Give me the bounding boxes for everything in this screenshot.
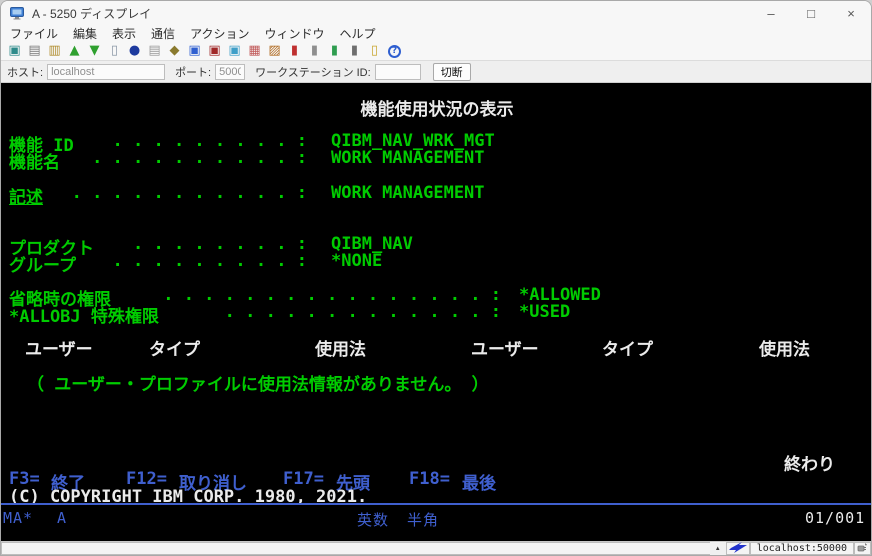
menu-item-0[interactable]: ファイル [10,25,58,42]
group-line-seg-1: . . . . . . . . . : [113,251,307,271]
menu-item-5[interactable]: ウィンドウ [264,25,324,42]
function-name-line-seg-0: 機能名 [9,148,60,173]
no-usage-message-seg-0: （ ユーザー・プロファイルに使用法情報がありません。 ） [27,370,489,395]
function-keys-line-seg-4: F17= [283,469,324,489]
function-keys-line-seg-0: F3= [9,469,40,489]
port-label: ポート: [175,64,211,80]
description-line-seg-0: 記述 [9,183,43,208]
session-plug-panel[interactable] [854,542,871,555]
screen-title: 機能使用状況の表示 [1,95,872,113]
oia-status-line-seg-0: MA* [3,509,33,527]
disconnect-button[interactable]: 切断 [433,63,471,81]
description-line-seg-2: WORK MANAGEMENT [331,183,485,203]
connection-red-icon[interactable]: ▮ [286,43,303,59]
paste-screen-icon[interactable]: ▣ [6,43,23,59]
default-authority-line: 省略時の権限. . . . . . . . . . . . . . . . :*… [1,285,872,303]
host-label: ホスト: [7,64,43,80]
usage-column-headers-seg-3: ユーザー [471,335,539,360]
function-id-line: 機能 ID. . . . . . . . . :QIBM_NAV_WRK_MGT [1,131,872,149]
record-macro-icon[interactable]: ▣ [206,43,223,59]
minimize-button[interactable]: – [751,1,791,25]
wallet-icon[interactable]: ◆ [166,43,183,59]
display-settings-icon[interactable]: ▣ [186,43,203,59]
end-indicator: 終わり [1,450,872,468]
oia-status-line-seg-1: A [57,509,67,527]
session-address: localhost:50000 [753,543,851,554]
usage-column-headers: ユーザータイプ使用法ユーザータイプ使用法 [1,335,872,353]
product-line: プロダクト. . . . . . . . :QIBM_NAV [1,234,872,252]
send-file-icon[interactable]: ▲ [66,43,83,59]
function-keys-line: F3=終了F12=取り消しF17=先頭F18=最後 [1,469,872,487]
window-title: A - 5250 ディスプレイ [32,5,151,22]
menu-item-6[interactable]: ヘルプ [339,25,375,42]
quick-pad-icon[interactable]: ▯ [366,43,383,59]
app-window: A - 5250 ディスプレイ – □ × ファイル編集表示通信アクションウィン… [0,0,872,556]
description-line-seg-1: . . . . . . . . . . . : [72,183,307,203]
app-monitor-icon [10,7,24,20]
oia-status-line-seg-2: 英数 [357,509,389,530]
connection-green-icon[interactable]: ▮ [326,43,343,59]
function-name-line-seg-1: . . . . . . . . . . : [92,148,307,168]
oia-separator [1,503,872,505]
allobj-special-authority-line-seg-0: *ALLOBJ 特殊権限 [9,302,159,327]
menu-item-1[interactable]: 編集 [73,25,97,42]
connection-gray-icon[interactable]: ▮ [306,43,323,59]
oia-status-line: MA* A 英数半角 01/001 [1,509,872,527]
group-line-seg-2: *NONE [331,251,382,271]
function-name-line-seg-2: WORK MANAGEMENT [331,148,485,168]
usage-column-headers-seg-2: 使用法 [315,335,366,360]
menu-bar: ファイル編集表示通信アクションウィンドウヘルプ [1,25,871,42]
menu-item-4[interactable]: アクション [190,25,249,42]
color-map-icon[interactable]: ▦ [246,43,263,59]
window-controls: – □ × [751,1,871,25]
port-input[interactable] [215,64,245,80]
copy-icon[interactable]: ▤ [26,43,43,59]
statusbar-expander[interactable]: ▲ [710,542,726,555]
edit-tools-icon[interactable]: ▨ [266,43,283,59]
allobj-special-authority-line: *ALLOBJ 特殊権限. . . . . . . . . . . . . :*… [1,302,872,320]
workstation-id-label: ワークステーション ID: [255,64,371,80]
status-bar: ▲ localhost:50000 [1,541,871,555]
connection-bolt-icon [729,542,747,556]
connection-bar: ホスト: ポート: ワークステーション ID: 切断 [1,60,871,83]
status-message-area [1,542,710,555]
screen-title-seg-0: 機能使用状況の表示 [1,95,872,120]
no-usage-message: （ ユーザー・プロファイルに使用法情報がありません。 ） [1,370,872,388]
notepad-icon[interactable]: ▤ [146,43,163,59]
usage-column-headers-seg-1: タイプ [149,335,200,360]
allobj-special-authority-line-seg-1: . . . . . . . . . . . . . : [225,302,501,322]
compass-icon[interactable]: ● [126,43,143,59]
receive-file-icon[interactable]: ▼ [86,43,103,59]
session-address-panel: localhost:50000 [750,542,854,555]
menu-item-2[interactable]: 表示 [112,25,136,42]
menu-item-3[interactable]: 通信 [151,25,175,42]
terminal-screen[interactable]: 機能使用状況の表示機能 ID. . . . . . . . . :QIBM_NA… [1,83,872,543]
group-line-seg-0: グループ [9,251,76,276]
function-keys-line-seg-2: F12= [126,469,167,489]
screen-capture-icon[interactable]: ▣ [226,43,243,59]
clipboard-lock-icon[interactable]: ▥ [46,43,63,59]
connection-status-panel [726,542,750,555]
usage-column-headers-seg-5: 使用法 [759,335,810,360]
connect-plug-icon [857,542,868,556]
oia-status-line-seg-3: 半角 [407,509,439,530]
toolbar: ▣▤▥▲▼▯●▤◆▣▣▣▦▨▮▮▮▮▯? [1,42,871,60]
title-bar[interactable]: A - 5250 ディスプレイ – □ × [1,1,871,25]
maximize-button[interactable]: □ [791,1,831,25]
workstation-id-input[interactable] [375,64,421,80]
system-icon[interactable]: ▯ [106,43,123,59]
usage-column-headers-seg-4: タイプ [602,335,653,360]
plug-icon[interactable]: ▮ [346,43,363,59]
group-line: グループ. . . . . . . . . :*NONE [1,251,872,269]
description-line: 記述. . . . . . . . . . . :WORK MANAGEMENT [1,183,872,201]
usage-column-headers-seg-0: ユーザー [25,335,93,360]
function-name-line: 機能名. . . . . . . . . . :WORK MANAGEMENT [1,148,872,166]
host-input[interactable] [47,64,165,80]
help-icon[interactable]: ? [388,45,401,58]
close-button[interactable]: × [831,1,871,25]
function-keys-line-seg-6: F18= [409,469,450,489]
oia-status-line-seg-4: 01/001 [805,509,865,527]
allobj-special-authority-line-seg-2: *USED [519,302,570,322]
